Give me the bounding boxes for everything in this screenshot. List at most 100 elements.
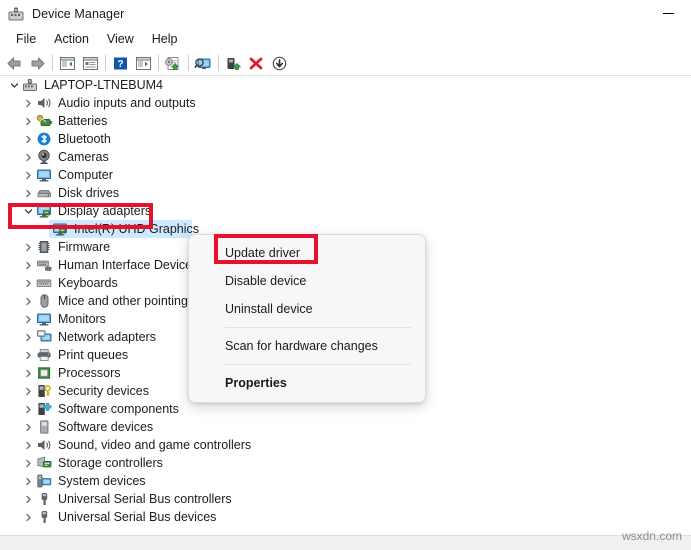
enable-device-button[interactable]	[222, 52, 245, 74]
chevron-right-icon[interactable]	[20, 436, 36, 454]
menu-view[interactable]: View	[98, 29, 143, 49]
context-menu-item-scan-for-hardware-changes[interactable]: Scan for hardware changes	[189, 332, 425, 360]
chevron-right-icon[interactable]	[20, 274, 36, 292]
menu-action[interactable]: Action	[45, 29, 98, 49]
chevron-right-icon[interactable]	[20, 184, 36, 202]
add-legacy-hardware-button[interactable]	[268, 52, 291, 74]
toolbar-separator	[105, 55, 106, 71]
device-manager-icon	[8, 6, 24, 22]
tree-item-label: Universal Serial Bus devices	[58, 509, 216, 525]
tree-item-label: Security devices	[58, 383, 149, 399]
disk-drive-icon	[36, 185, 53, 201]
tree-item-display-adapters[interactable]: Display adapters	[0, 202, 691, 220]
tree-item-label: Disk drives	[58, 185, 119, 201]
update-driver-icon	[164, 56, 183, 71]
tree-item-label: Software components	[58, 401, 179, 417]
processor-icon	[36, 365, 53, 381]
computer-root-icon	[22, 77, 39, 93]
help-icon: ?	[112, 56, 129, 71]
camera-icon	[36, 149, 53, 165]
chevron-right-icon[interactable]	[20, 400, 36, 418]
chevron-right-icon[interactable]	[20, 238, 36, 256]
uninstall-device-button[interactable]	[245, 52, 268, 74]
show-hide-console-tree-icon	[59, 56, 76, 71]
chevron-right-icon[interactable]	[20, 256, 36, 274]
back-arrow-icon	[6, 56, 23, 71]
tree-item-disk-drives[interactable]: Disk drives	[0, 184, 691, 202]
show-hide-action-pane-icon	[135, 56, 152, 71]
chevron-right-icon[interactable]	[20, 418, 36, 436]
menu-help[interactable]: Help	[143, 29, 187, 49]
tree-item-software-devices[interactable]: Software devices	[0, 418, 691, 436]
chevron-right-icon[interactable]	[20, 346, 36, 364]
tree-item-universal-serial-bus-devices[interactable]: Universal Serial Bus devices	[0, 508, 691, 526]
minimize-button[interactable]	[645, 0, 691, 27]
chevron-right-icon[interactable]	[20, 148, 36, 166]
menu-file[interactable]: File	[7, 29, 45, 49]
svg-text:?: ?	[117, 59, 123, 70]
chevron-right-icon[interactable]	[20, 508, 36, 526]
tree-item-laptop-ltnebum4[interactable]: LAPTOP-LTNEBUM4	[0, 76, 691, 94]
chevron-right-icon[interactable]	[20, 472, 36, 490]
scan-hardware-changes-icon	[194, 56, 213, 71]
chevron-right-icon[interactable]	[20, 94, 36, 112]
tree-item-label: Sound, video and game controllers	[58, 437, 251, 453]
usb-icon	[36, 509, 53, 525]
properties-button[interactable]	[79, 52, 102, 74]
security-device-icon	[36, 383, 53, 399]
tree-item-label: Monitors	[58, 311, 106, 327]
scan-hardware-changes-button[interactable]	[192, 52, 215, 74]
chevron-right-icon[interactable]	[20, 364, 36, 382]
context-menu-item-uninstall-device[interactable]: Uninstall device	[189, 295, 425, 323]
tree-item-cameras[interactable]: Cameras	[0, 148, 691, 166]
chevron-right-icon[interactable]	[20, 310, 36, 328]
context-menu-item-disable-device[interactable]: Disable device	[189, 267, 425, 295]
chevron-down-icon[interactable]	[20, 202, 36, 220]
toolbar-separator	[218, 55, 219, 71]
tree-item-audio-inputs-and-outputs[interactable]: Audio inputs and outputs	[0, 94, 691, 112]
tree-item-label: Human Interface Devices	[58, 257, 198, 273]
window-title: Device Manager	[32, 7, 124, 21]
menu-bar: File Action View Help	[0, 27, 691, 51]
tree-item-label: Firmware	[58, 239, 110, 255]
window-controls	[645, 0, 691, 27]
context-menu-item-properties[interactable]: Properties	[189, 369, 425, 397]
update-driver-button[interactable]	[162, 52, 185, 74]
chevron-right-icon[interactable]	[20, 130, 36, 148]
tree-item-bluetooth[interactable]: Bluetooth	[0, 130, 691, 148]
tree-item-batteries[interactable]: Batteries	[0, 112, 691, 130]
mouse-icon	[36, 293, 53, 309]
display-adapter-icon	[36, 203, 53, 219]
system-device-icon	[36, 473, 53, 489]
help-button[interactable]: ?	[109, 52, 132, 74]
chevron-right-icon[interactable]	[20, 454, 36, 472]
bluetooth-icon	[36, 131, 53, 147]
keyboard-icon	[36, 275, 53, 291]
back-arrow-button[interactable]	[3, 52, 26, 74]
forward-arrow-button[interactable]	[26, 52, 49, 74]
chevron-right-icon[interactable]	[20, 292, 36, 310]
add-legacy-hardware-icon	[270, 56, 289, 71]
tree-item-storage-controllers[interactable]: Storage controllers	[0, 454, 691, 472]
battery-icon	[36, 113, 53, 129]
tree-item-computer[interactable]: Computer	[0, 166, 691, 184]
chevron-right-icon[interactable]	[20, 328, 36, 346]
chevron-right-icon[interactable]	[20, 490, 36, 508]
tree-item-universal-serial-bus-controllers[interactable]: Universal Serial Bus controllers	[0, 490, 691, 508]
chevron-right-icon[interactable]	[20, 166, 36, 184]
tree-item-label: Network adapters	[58, 329, 156, 345]
chevron-down-icon[interactable]	[6, 76, 22, 94]
storage-controller-icon	[36, 455, 53, 471]
tree-item-label: LAPTOP-LTNEBUM4	[44, 77, 163, 93]
context-menu-item-update-driver[interactable]: Update driver	[189, 239, 425, 267]
show-hide-console-tree-button[interactable]	[56, 52, 79, 74]
chevron-right-icon[interactable]	[20, 112, 36, 130]
show-hide-action-pane-button[interactable]	[132, 52, 155, 74]
tree-item-sound-video-and-game-controllers[interactable]: Sound, video and game controllers	[0, 436, 691, 454]
context-menu[interactable]: Update driver Disable device Uninstall d…	[188, 234, 426, 403]
chevron-right-icon[interactable]	[20, 382, 36, 400]
tree-item-system-devices[interactable]: System devices	[0, 472, 691, 490]
tree-item-label: Computer	[58, 167, 113, 183]
tree-item-label: Universal Serial Bus controllers	[58, 491, 232, 507]
tree-item-label: System devices	[58, 473, 146, 489]
